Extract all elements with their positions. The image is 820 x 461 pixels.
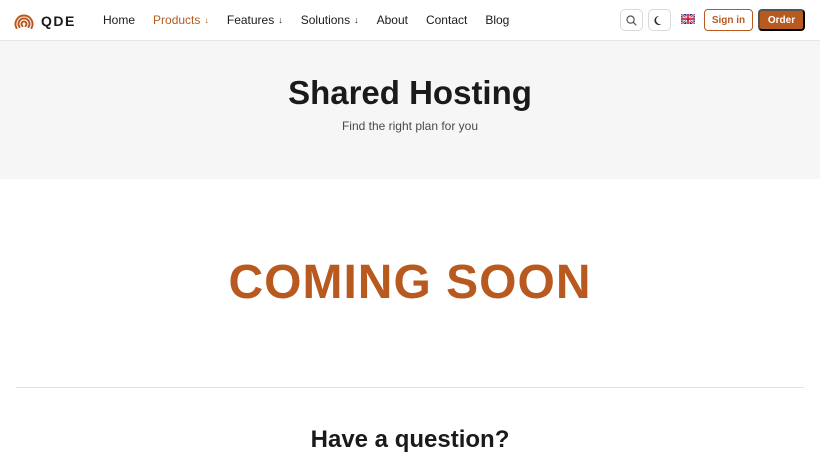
nav-home[interactable]: Home <box>103 13 135 27</box>
nav-blog-label: Blog <box>485 13 510 27</box>
nav-solutions-label: Solutions <box>300 13 351 27</box>
language-selector[interactable] <box>676 9 699 31</box>
search-button[interactable] <box>620 9 643 31</box>
nav-features[interactable]: Features ↓ <box>227 13 283 27</box>
nav-products[interactable]: Products ↓ <box>153 13 209 27</box>
section-divider <box>16 387 804 388</box>
brand-logo[interactable]: QDE <box>14 10 76 31</box>
nav-about-label: About <box>376 13 408 27</box>
theme-toggle-button[interactable] <box>648 9 671 31</box>
nav-products-label: Products <box>153 13 201 27</box>
nav-contact-label: Contact <box>425 13 468 27</box>
page-title: Shared Hosting <box>288 74 532 111</box>
nav-about[interactable]: About <box>377 13 408 27</box>
top-navbar: QDE Home Products ↓ Features ↓ Solutions ↓ … <box>0 0 820 41</box>
logo-text: QDE <box>41 12 76 29</box>
faq-heading: Have a question? <box>310 426 510 453</box>
nav-home-label: Home <box>103 13 136 27</box>
moon-icon <box>654 15 665 26</box>
nav-solutions[interactable]: Solutions ↓ <box>301 13 359 27</box>
nav-features-label: Features <box>226 13 275 27</box>
chevron-down-icon: ↓ <box>278 15 283 25</box>
main-nav: Home Products ↓ Features ↓ Solutions ↓ Abou… <box>103 0 527 40</box>
order-button[interactable]: Order <box>758 9 805 31</box>
search-icon <box>626 14 637 26</box>
coming-soon-banner: COMING SOON <box>228 256 592 309</box>
nav-contact[interactable]: Contact <box>426 13 467 27</box>
nav-blog[interactable]: Blog <box>485 13 509 27</box>
chevron-down-icon: ↓ <box>204 15 209 25</box>
chevron-down-icon: ↓ <box>354 15 359 25</box>
logo-icon <box>14 11 34 31</box>
page-subtitle: Find the right plan for you <box>341 119 479 133</box>
hero-section: Shared Hosting Find the right plan for y… <box>0 41 820 179</box>
sign-in-button[interactable]: Sign in <box>704 9 753 31</box>
uk-flag-icon <box>679 11 696 29</box>
